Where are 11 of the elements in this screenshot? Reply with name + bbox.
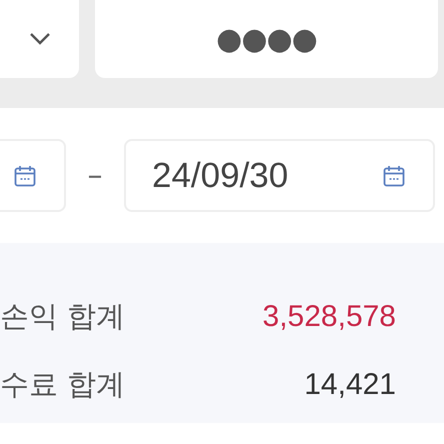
- total-label: 수료 합계: [0, 366, 126, 403]
- end-date-field[interactable]: 24/09/30: [124, 139, 435, 212]
- total-value: 3,528,578: [262, 300, 396, 334]
- chevron-down-icon: [28, 32, 50, 46]
- calendar-icon: [14, 164, 36, 186]
- masked-field[interactable]: ●●●●: [95, 0, 438, 78]
- calendar-icon: [383, 164, 405, 186]
- start-date-field[interactable]: [0, 139, 66, 212]
- total-value: 14,421: [304, 368, 396, 402]
- range-separator: –: [86, 158, 104, 193]
- total-label: 손익 합계: [0, 298, 126, 335]
